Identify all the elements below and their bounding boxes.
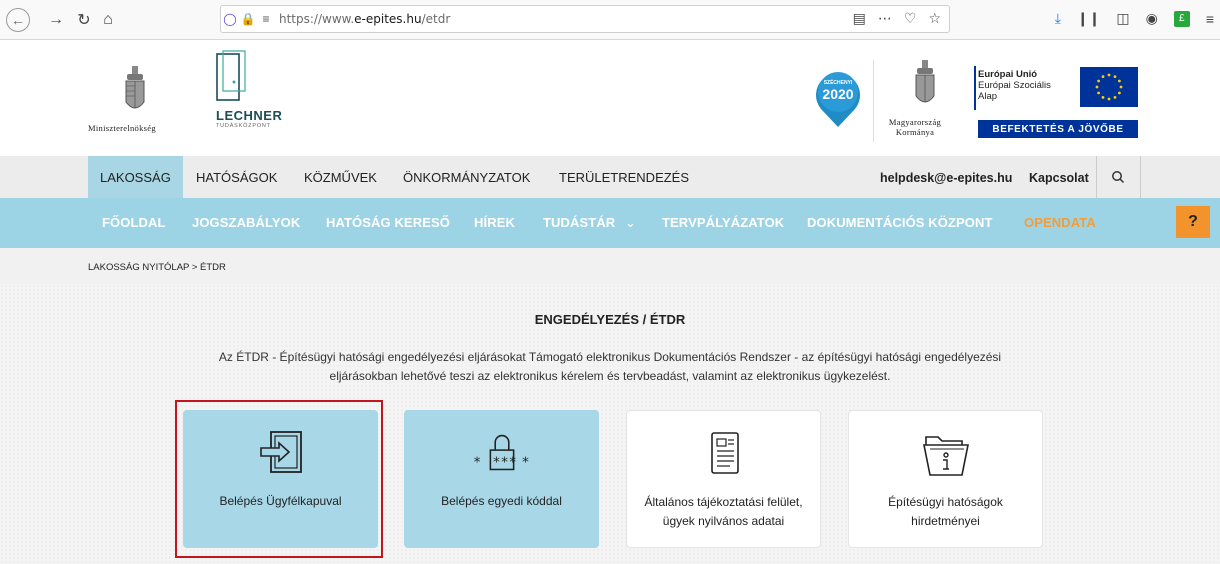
lechner-name[interactable]: LECHNER [216, 108, 282, 123]
pocket-icon[interactable]: ♡ [904, 10, 917, 27]
search-icon [1112, 171, 1125, 184]
description-line-1: Az ÉTDR - Építésügyi hatósági engedélyez… [218, 350, 1002, 364]
bookmark-star-icon[interactable]: ☆ [928, 10, 941, 27]
browser-toolbar: ← → ↻ ⌂ ◯ 🔒 ≡ https://www.e-epites.hu/et… [0, 0, 1220, 40]
breadcrumb[interactable]: LAKOSSÁG NYITÓLAP > ÉTDR [88, 262, 226, 273]
forward-arrow-icon[interactable]: → [44, 8, 68, 32]
hungarian-crest-icon [125, 66, 145, 109]
menu-icon[interactable]: ≡ [1206, 11, 1214, 27]
lechner-subtitle: TUDÁSKÖZPONT [216, 123, 271, 129]
chevron-down-icon: ⌄ [625, 215, 637, 230]
home-icon[interactable]: ⌂ [96, 8, 120, 32]
gov-line-2: Kormánya [895, 127, 935, 137]
tile-label-line-2: ügyek nyilvános adatai [662, 514, 785, 528]
help-button[interactable]: ? [1176, 206, 1210, 238]
eu-accent-line [974, 66, 976, 110]
page-actions-icon[interactable]: ⋯ [878, 10, 892, 27]
back-arrow-icon[interactable]: ← [6, 8, 30, 32]
sidebar-icon[interactable]: ◫ [1116, 10, 1129, 27]
eu-line-3: Alap [978, 91, 998, 102]
lechner-logo-icon[interactable] [216, 50, 246, 102]
sub-navigation: FŐOLDAL JOGSZABÁLYOK HATÓSÁG KERESŐ HÍRE… [0, 198, 1220, 248]
permissions-icon[interactable]: ≡ [257, 12, 275, 26]
eu-banner: BEFEKTETÉS A JÖVŐBE [978, 120, 1138, 138]
subnav-hirek[interactable]: HÍREK [474, 198, 515, 248]
tile-label: Építésügyi hatóságok hirdetményei [856, 493, 1036, 531]
shield-icon[interactable]: ◯ [221, 12, 239, 26]
login-unique-code-tile[interactable]: * *** * Belépés egyedi kóddal [404, 410, 599, 548]
svg-text:*: * [472, 455, 480, 471]
ministry-name: Miniszterelnökség [88, 123, 156, 133]
page-description: Az ÉTDR - Építésügyi hatósági engedélyez… [190, 348, 1030, 386]
tile-label-line-1: Építésügyi hatóságok [888, 495, 1003, 509]
svg-text:*: * [521, 455, 529, 471]
download-icon[interactable]: ⤓ [1055, 10, 1061, 27]
general-info-tile[interactable]: Általános tájékoztatási felület, ügyek n… [626, 410, 821, 548]
description-line-2: eljárásokban lehetővé teszi az elektroni… [329, 369, 891, 383]
extension-icon[interactable]: £ [1173, 10, 1190, 27]
url-text[interactable]: https://www.e-epites.hu/etdr [279, 12, 450, 26]
tile-label: Belépés egyedi kóddal [441, 494, 562, 508]
nav-lakossag[interactable]: LAKOSSÁG [88, 156, 183, 198]
gov-line-1: Magyarország [888, 117, 942, 127]
eu-line-2: Európai Szociális [978, 80, 1051, 91]
contact-link[interactable]: Kapcsolat [1029, 156, 1089, 198]
eu-flag-icon [1080, 67, 1138, 107]
nav-teruletrendezes[interactable]: TERÜLETRENDEZÉS [559, 156, 689, 198]
reload-icon[interactable]: ↻ [72, 8, 96, 32]
page-title: ENGEDÉLYEZÉS / ÉTDR [534, 312, 686, 327]
government-crest-icon [915, 60, 935, 103]
tile-label-line-1: Általános tájékoztatási felület, [644, 495, 803, 509]
subnav-tudastar-label: TUDÁSTÁR [543, 215, 616, 230]
eu-line-1: Európai Unió [978, 69, 1038, 80]
lock-icon[interactable]: 🔒 [239, 12, 257, 26]
address-bar[interactable]: ◯ 🔒 ≡ https://www.e-epites.hu/etdr ▤ ⋯ ♡… [220, 5, 950, 33]
eu-text: Európai Unió Európai Szociális Alap [978, 69, 1051, 102]
nav-kozmuvek[interactable]: KÖZMŰVEK [304, 156, 377, 198]
subnav-fooldal[interactable]: FŐOLDAL [102, 198, 166, 248]
library-icon[interactable]: ❙❙ [1077, 10, 1100, 27]
nav-onkormanyzatok[interactable]: ÖNKORMÁNYZATOK [403, 156, 530, 198]
subnav-jogszabalyok[interactable]: JOGSZABÁLYOK [192, 198, 300, 248]
logo-header: Miniszterelnökség LECHNER TUDÁSKÖZPONT S… [0, 40, 1220, 156]
subnav-tervpalyazatok[interactable]: TERVPÁLYÁZATOK [662, 198, 784, 248]
highlight-box [175, 400, 383, 558]
nav-hatosagok[interactable]: HATÓSÁGOK [196, 156, 277, 198]
helpdesk-link[interactable]: helpdesk@e-epites.hu [880, 156, 1012, 198]
authority-announcements-tile[interactable]: Építésügyi hatóságok hirdetményei [848, 410, 1043, 548]
government-name: Magyarország Kormánya [885, 117, 945, 137]
tile-label: Általános tájékoztatási felület, ügyek n… [634, 493, 814, 531]
subnav-opendata[interactable]: OPENDATA [1024, 198, 1096, 248]
folder-info-icon [922, 436, 969, 476]
account-icon[interactable]: ◉ [1146, 10, 1158, 27]
password-lock-icon: * *** * [472, 434, 529, 471]
subnav-dokumentacios-kozpont[interactable]: DOKUMENTÁCIÓS KÖZPONT [807, 198, 993, 248]
tile-label-line-2: hirdetményei [911, 514, 980, 528]
logo-divider [873, 60, 874, 142]
search-button[interactable] [1096, 156, 1140, 198]
subnav-tudastar[interactable]: TUDÁSTÁR ⌄ [543, 198, 636, 248]
szechenyi-year: 2020 [822, 86, 854, 102]
main-navigation: LAKOSSÁG HATÓSÁGOK KÖZMŰVEK ÖNKORMÁNYZAT… [0, 156, 1220, 198]
breadcrumb-bar: LAKOSSÁG NYITÓLAP > ÉTDR [0, 248, 1220, 284]
document-icon [710, 432, 739, 474]
subnav-hatosag-kereso[interactable]: HATÓSÁG KERESŐ [326, 198, 450, 248]
nav-separator [1140, 156, 1141, 198]
svg-text:***: *** [492, 455, 516, 471]
reader-view-icon[interactable]: ▤ [853, 10, 866, 27]
